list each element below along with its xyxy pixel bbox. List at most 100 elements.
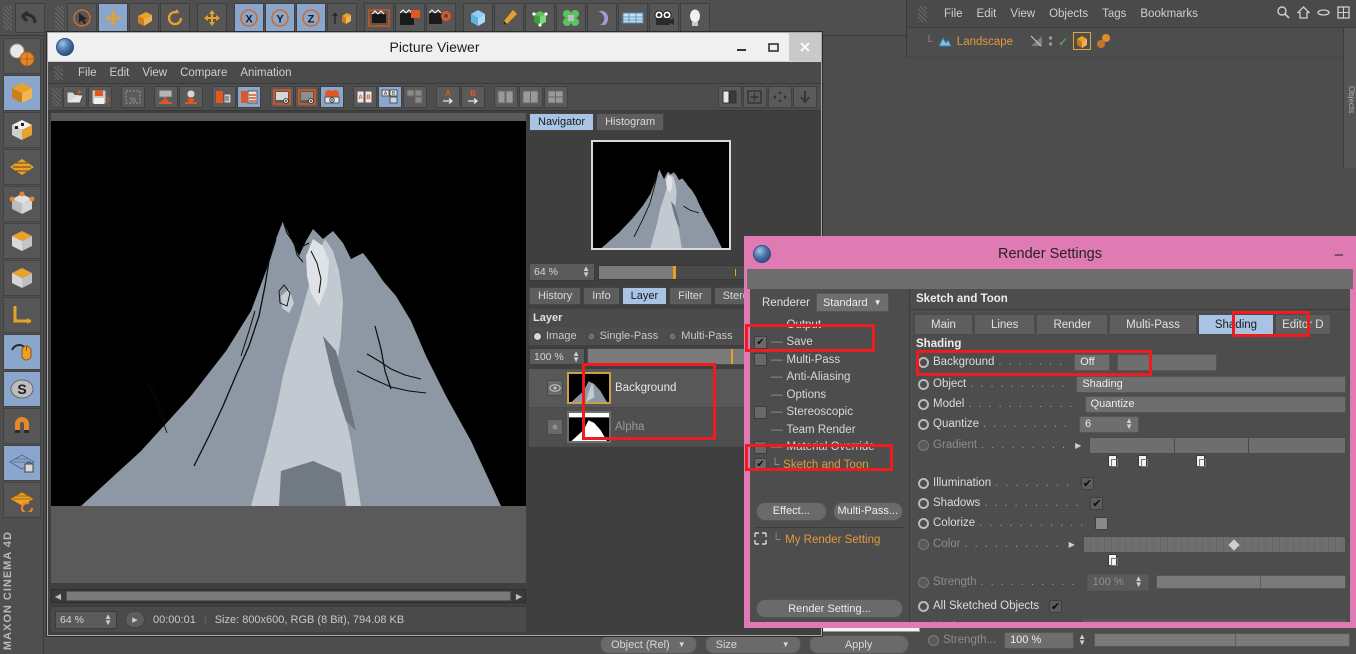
property-illumination[interactable]: Illumination . . . . . . . . ✔ <box>910 474 1350 492</box>
move-axis-icon[interactable] <box>197 2 227 33</box>
quantize-spinner-icon[interactable]: ▲ ▼ <box>1125 417 1133 431</box>
property-shadows[interactable]: Shadows . . . . . . . . . . ✔ <box>910 494 1350 512</box>
color-expand-icon[interactable]: ▶ <box>1069 540 1075 549</box>
strength-spinner-icon[interactable]: ▲ ▼ <box>1078 633 1086 647</box>
shadows-checkbox[interactable]: ✔ <box>1090 496 1104 510</box>
tree-item-antialiasing[interactable]: — Anti-Aliasing <box>750 369 909 387</box>
tab-editor-display[interactable]: Editor D <box>1275 314 1331 335</box>
tab-history[interactable]: History <box>529 287 582 305</box>
quantize-value[interactable]: 6 ▲ ▼ <box>1079 415 1139 433</box>
visibility-dots-icon[interactable] <box>1030 35 1043 50</box>
color-knob-1[interactable] <box>1108 554 1118 566</box>
strength-spinner-icon-rs[interactable]: ▲ ▼ <box>1135 575 1143 589</box>
send-to-picture-icon[interactable] <box>179 86 203 108</box>
apply-button[interactable]: Apply <box>808 635 909 654</box>
live-selection-icon[interactable] <box>67 2 97 33</box>
render-view-icon[interactable] <box>364 2 394 33</box>
tab-multipass[interactable]: Multi-Pass <box>1109 314 1197 335</box>
set-b-icon[interactable]: B <box>461 86 485 108</box>
pv-menu-file[interactable]: File <box>78 67 97 79</box>
navigator-thumbnail[interactable] <box>591 140 731 250</box>
color-radio-icon[interactable] <box>918 538 929 550</box>
quantize-radio-icon[interactable] <box>918 418 929 430</box>
ab-diff-icon[interactable] <box>403 86 427 108</box>
play-button[interactable]: ▶ <box>125 611 145 628</box>
tab-lines[interactable]: Lines <box>973 314 1036 335</box>
enabled-check-icon[interactable]: ✓ <box>1058 35 1068 49</box>
scroll-thumb[interactable] <box>66 591 511 601</box>
visibility-toggle-icon[interactable] <box>1048 35 1053 50</box>
property-quantize[interactable]: Quantize . . . . . . . . . 6 ▲ ▼ <box>910 415 1350 433</box>
menu-edit[interactable]: Edit <box>977 8 997 20</box>
tab-histogram[interactable]: Histogram <box>596 113 665 131</box>
strength-value-rs[interactable]: 100 % ▲ ▼ <box>1086 573 1149 591</box>
edges-mode-icon[interactable] <box>2 223 41 259</box>
menu-tags[interactable]: Tags <box>1102 8 1126 20</box>
shadows-radio-icon[interactable] <box>918 497 929 509</box>
axis-mode-icon[interactable] <box>2 297 41 333</box>
tree-item-materialoverride[interactable]: — Material Override <box>750 439 909 457</box>
mode-radio-icon[interactable] <box>918 621 929 622</box>
layer-visibility-icon-alpha[interactable] <box>547 419 563 435</box>
background-radio-icon[interactable] <box>918 356 929 368</box>
pv-menu-animation[interactable]: Animation <box>240 67 291 79</box>
material-tag-icon[interactable] <box>1096 33 1112 52</box>
options-checkbox[interactable] <box>754 388 767 401</box>
zoom-spinner-icon[interactable]: ▲ ▼ <box>104 612 112 626</box>
multipass-checkbox[interactable] <box>754 353 767 367</box>
antialiasing-checkbox[interactable] <box>754 371 767 384</box>
texture-mode-icon[interactable] <box>2 112 41 148</box>
compare-views-icon[interactable] <box>320 86 344 108</box>
x-axis-icon[interactable]: X <box>234 2 264 33</box>
property-all-sketched-objects[interactable]: All Sketched Objects ✔ <box>910 597 1350 615</box>
render-settings-icon[interactable] <box>426 2 456 33</box>
tab-main[interactable]: Main <box>914 314 973 335</box>
layout-split-icon[interactable] <box>718 86 742 108</box>
lock-workplane-icon[interactable] <box>2 445 41 481</box>
ab-stacked-icon[interactable]: AB <box>378 86 402 108</box>
render-settings-titlebar[interactable]: Render Settings – <box>747 239 1353 269</box>
bend-deformer-icon[interactable] <box>587 2 617 33</box>
strength-radio-icon-rs[interactable] <box>918 576 929 588</box>
render-settings-grip[interactable] <box>754 272 763 286</box>
gradient-knob-2[interactable] <box>1138 455 1148 467</box>
view-a-icon[interactable] <box>270 86 294 108</box>
strength-radio-icon[interactable] <box>928 634 939 646</box>
ab-compare-3-icon[interactable] <box>544 86 568 108</box>
snap-icon[interactable]: S <box>2 371 41 407</box>
sketchandtoon-checkbox[interactable]: ✔ <box>754 458 767 472</box>
render-setting-button[interactable]: Render Setting... <box>756 599 903 618</box>
colorize-radio-icon[interactable] <box>918 517 929 529</box>
camera-icon[interactable] <box>649 2 679 33</box>
dock-down-icon[interactable] <box>793 86 817 108</box>
move-panel-icon[interactable] <box>768 86 792 108</box>
toolbar-grip-2[interactable] <box>55 5 64 30</box>
world-axis-icon[interactable] <box>2 38 41 74</box>
object-radio-icon[interactable] <box>918 378 929 390</box>
effect-button[interactable]: Effect... <box>756 501 827 521</box>
radio-image-icon[interactable] <box>533 331 542 341</box>
environment-icon[interactable] <box>618 2 648 33</box>
radio-single-pass-icon[interactable] <box>586 331 596 341</box>
ab-side-by-side-icon[interactable]: AB <box>353 86 377 108</box>
points-mode-icon[interactable] <box>2 186 41 222</box>
view-b-icon[interactable] <box>295 86 319 108</box>
strength-value-field[interactable]: 100 % <box>1004 631 1075 649</box>
illumination-radio-icon[interactable] <box>918 477 929 489</box>
render-preset-item[interactable]: └ My Render Setting <box>750 528 909 552</box>
home-icon[interactable] <box>1296 5 1311 22</box>
gradient-knob-3[interactable] <box>1196 455 1206 467</box>
save-checkbox[interactable]: ✔ <box>754 335 767 349</box>
object-value[interactable]: Shading <box>1076 375 1346 393</box>
undo-icon[interactable] <box>15 2 45 33</box>
landscape-tag-icon[interactable] <box>1073 31 1092 53</box>
gradient-expand-icon[interactable]: ▶ <box>1075 441 1081 450</box>
gradient-radio-icon[interactable] <box>918 439 929 451</box>
search-icon[interactable] <box>1277 5 1290 22</box>
magnet-icon[interactable] <box>2 408 41 444</box>
tab-filter[interactable]: Filter <box>669 287 712 305</box>
ab-compare-2-icon[interactable] <box>519 86 543 108</box>
model-mode-icon[interactable] <box>2 75 41 111</box>
tab-navigator[interactable]: Navigator <box>529 113 595 131</box>
array-modeling-icon[interactable] <box>556 2 586 33</box>
